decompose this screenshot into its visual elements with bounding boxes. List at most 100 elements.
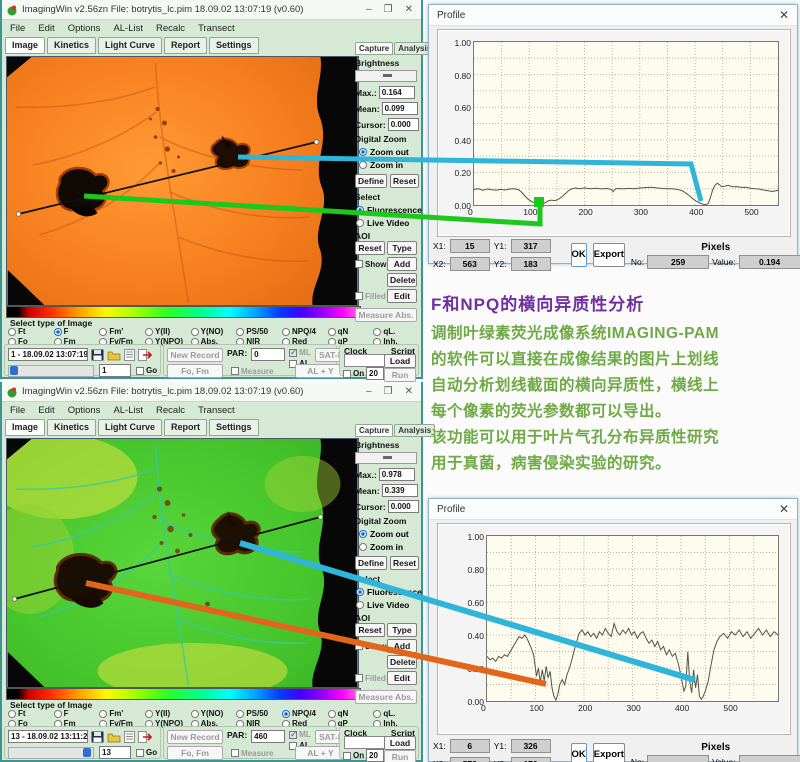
aoi-delete-button[interactable]: Delete [387, 655, 417, 669]
menu-al-list[interactable]: AL-List [113, 23, 143, 34]
clock-interval[interactable]: 20 [366, 749, 384, 762]
type-radio-qN[interactable]: qN [328, 327, 374, 336]
close-icon[interactable]: ✕ [779, 502, 789, 516]
go-checkbox[interactable]: Go [136, 748, 157, 757]
menu-edit[interactable]: Edit [38, 405, 54, 416]
titlebar[interactable]: ImagingWin v2.56zn File: botrytis_lc.pim… [2, 0, 421, 20]
type-radio-YNO[interactable]: Y(NO) [191, 709, 237, 718]
titlebar[interactable]: ImagingWin v2.56zn File: botrytis_lc.pim… [2, 382, 421, 402]
profile-plot-f[interactable]: 0.000.200.400.600.801.000100200300400500 [473, 41, 779, 206]
open-folder-icon[interactable] [107, 731, 121, 743]
type-radio-Ft[interactable]: Ft [8, 709, 54, 718]
reset-button[interactable]: Reset [390, 174, 419, 188]
profile-titlebar[interactable]: Profile ✕ [429, 499, 797, 520]
clock-on-checkbox[interactable]: On [343, 369, 364, 378]
clock-on-checkbox[interactable]: On [343, 751, 364, 760]
menu-recalc[interactable]: Recalc [156, 23, 185, 34]
record-field[interactable]: 13 - 18.09.02 13:11:20 [8, 730, 88, 743]
tab-analysis[interactable]: Analysis [394, 424, 435, 437]
fluorescence-radio[interactable]: Fluorescence [356, 205, 419, 215]
run-button[interactable]: Run [384, 368, 416, 382]
live-video-radio[interactable]: Live Video [356, 218, 419, 228]
menu-al-list[interactable]: AL-List [113, 405, 143, 416]
type-radio-PS50[interactable]: PS/50 [236, 709, 282, 718]
record-number[interactable]: 1 [99, 364, 131, 377]
tab-settings[interactable]: Settings [209, 37, 259, 54]
fluorescence-radio[interactable]: Fluorescence [356, 587, 419, 597]
measure-checkbox[interactable]: Measure [231, 749, 273, 758]
close-icon[interactable]: ✕ [405, 386, 413, 397]
al-y-button[interactable]: AL + Y [295, 746, 345, 760]
menu-edit[interactable]: Edit [38, 23, 54, 34]
filled-checkbox[interactable]: Filled [355, 292, 385, 301]
type-radio-Fm2[interactable]: Fm' [99, 709, 145, 718]
close-icon[interactable]: ✕ [405, 4, 413, 15]
tab-image[interactable]: Image [5, 419, 45, 436]
menu-transect[interactable]: Transect [198, 23, 235, 34]
tab-kinetics[interactable]: Kinetics [47, 419, 96, 436]
aoi-type-button[interactable]: Type [387, 623, 417, 637]
export-icon[interactable] [138, 349, 152, 361]
type-radio-YII[interactable]: Y(II) [145, 327, 191, 336]
al-y-button[interactable]: AL + Y [295, 364, 345, 378]
type-radio-YNO[interactable]: Y(NO) [191, 327, 237, 336]
aoi-add-button[interactable]: Add [387, 639, 417, 653]
menu-file[interactable]: File [10, 405, 25, 416]
par-field[interactable]: 460 [251, 730, 285, 743]
measure-abs-button[interactable]: Measure Abs. [355, 308, 417, 322]
type-radio-Fm2[interactable]: Fm' [99, 327, 145, 336]
par-field[interactable]: 0 [251, 348, 285, 361]
export-button[interactable]: Export [593, 743, 625, 762]
menu-transect[interactable]: Transect [198, 405, 235, 416]
menu-options[interactable]: Options [68, 23, 101, 34]
type-radio-PS50[interactable]: PS/50 [236, 327, 282, 336]
new-record-button[interactable]: New Record [167, 730, 223, 744]
minimize-icon[interactable]: – [366, 386, 372, 397]
leaf-image-f[interactable] [6, 56, 359, 306]
record-number[interactable]: 13 [99, 746, 131, 759]
maximize-icon[interactable]: ❐ [384, 386, 393, 397]
tab-light-curve[interactable]: Light Curve [98, 419, 162, 436]
tab-report[interactable]: Report [164, 37, 207, 54]
type-radio-qL[interactable]: qL. [373, 709, 419, 718]
menu-options[interactable]: Options [68, 405, 101, 416]
menu-file[interactable]: File [10, 23, 25, 34]
show-checkbox[interactable]: Show [355, 260, 385, 269]
profile-titlebar[interactable]: Profile ✕ [429, 5, 797, 26]
measure-checkbox[interactable]: Measure [231, 367, 273, 376]
zoom-in-radio[interactable]: Zoom in [359, 160, 419, 170]
ok-button[interactable]: OK [571, 743, 587, 762]
run-button[interactable]: Run [384, 750, 416, 762]
record-field[interactable]: 1 - 18.09.02 13:07:19 [8, 348, 88, 361]
type-radio-NPQ4[interactable]: NPQ/4 [282, 327, 328, 336]
tab-capture[interactable]: Capture [355, 42, 393, 55]
leaf-image-npq[interactable] [6, 438, 359, 688]
profile-plot-npq[interactable]: 0.000.200.400.600.801.000100200300400500 [486, 535, 779, 702]
tab-image[interactable]: Image [5, 37, 45, 54]
menu-recalc[interactable]: Recalc [156, 405, 185, 416]
live-video-radio[interactable]: Live Video [356, 600, 419, 610]
record-slider-handle[interactable] [10, 366, 18, 375]
reset-button[interactable]: Reset [390, 556, 419, 570]
type-radio-F[interactable]: F [54, 327, 100, 336]
tab-settings[interactable]: Settings [209, 419, 259, 436]
brightness-slider[interactable] [355, 70, 417, 82]
zoom-out-radio[interactable]: Zoom out [359, 147, 419, 157]
ml-checkbox[interactable]: ML [289, 348, 311, 357]
define-button[interactable]: Define [355, 174, 387, 188]
measure-abs-button[interactable]: Measure Abs. [355, 690, 417, 704]
zoom-out-radio[interactable]: Zoom out [359, 529, 419, 539]
ml-checkbox[interactable]: ML [289, 730, 311, 739]
aoi-delete-button[interactable]: Delete [387, 273, 417, 287]
record-slider-handle[interactable] [83, 748, 91, 757]
open-folder-icon[interactable] [107, 349, 121, 361]
report-doc-icon[interactable] [124, 349, 135, 361]
new-record-button[interactable]: New Record [167, 348, 223, 362]
fo-fm-button[interactable]: Fo, Fm [167, 746, 223, 760]
aoi-edit-button[interactable]: Edit [387, 289, 417, 303]
type-radio-YII[interactable]: Y(II) [145, 709, 191, 718]
export-icon[interactable] [138, 731, 152, 743]
save-icon[interactable] [91, 349, 104, 361]
aoi-reset-button[interactable]: Reset [355, 241, 385, 255]
minimize-icon[interactable]: – [366, 4, 372, 15]
